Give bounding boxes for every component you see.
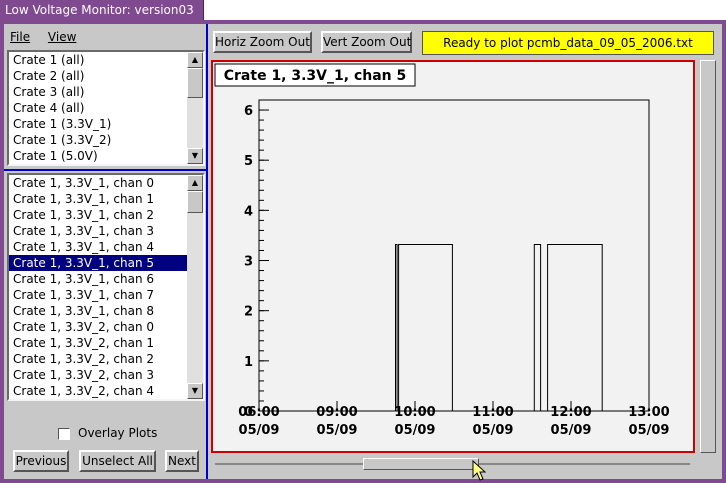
scroll-thumb[interactable] [187, 191, 203, 213]
list-item[interactable]: Crate 1, 3.3V_1, chan 1 [9, 191, 203, 207]
x-tick-time-label: 10:00 [394, 405, 435, 420]
list-item[interactable]: Crate 1, 3.3V_2, chan 4 [9, 383, 203, 399]
unselect-all-button[interactable]: Unselect All [79, 450, 156, 472]
crate-list[interactable]: Crate 1 (all) Crate 2 (all) Crate 3 (all) C… [7, 50, 205, 166]
y-tick-label: 2 [244, 305, 253, 320]
list-item[interactable]: Crate 1, 3.3V_2, chan 0 [9, 319, 203, 335]
x-tick-date-label: 05/09 [239, 423, 280, 438]
list-item[interactable]: Crate 1, 3.3V_2, chan 3 [9, 367, 203, 383]
scroll-down-arrow-icon[interactable]: ▼ [187, 383, 203, 399]
mouse-cursor-icon [472, 460, 486, 481]
scroll-thumb[interactable] [187, 68, 203, 98]
x-tick-time-label: 06:00 [238, 405, 279, 420]
x-tick-time-label: 12:00 [550, 405, 591, 420]
horizontal-scroll-thumb[interactable] [363, 458, 479, 470]
y-tick-label: 1 [244, 355, 253, 370]
list-item[interactable]: Crate 1, 3.3V_1, chan 5 [9, 255, 203, 271]
channel-list-items: Crate 1, 3.3V_1, chan 0 Crate 1, 3.3V_1, … [9, 175, 203, 399]
panel-divider-horizontal [4, 169, 206, 171]
menu-file[interactable]: File [10, 30, 30, 44]
list-item[interactable]: Crate 1, 3.3V_1, chan 6 [9, 271, 203, 287]
x-tick-date-label: 05/09 [629, 423, 670, 438]
vertical-scroll-thumb[interactable] [700, 60, 716, 453]
list-item[interactable]: Crate 3 (all) [9, 84, 203, 100]
plot-canvas[interactable]: 0 1 2 3 4 5 6 06:00 05/09 09:00 05/09 10:00 05/09 11:… [211, 60, 695, 453]
overlay-plots-checkbox[interactable] [58, 427, 70, 440]
x-tick-date-label: 05/09 [395, 423, 436, 438]
list-item[interactable]: Crate 1 (5.0V) [9, 148, 203, 164]
list-item[interactable]: Crate 1 (3.3V_1) [9, 116, 203, 132]
y-tick-label: 5 [244, 154, 253, 169]
y-tick-label: 6 [244, 104, 253, 119]
x-tick-date-label: 05/09 [551, 423, 592, 438]
panel-divider-vertical [206, 24, 208, 479]
list-item[interactable]: Crate 1, 3.3V_1, chan 7 [9, 287, 203, 303]
overlay-plots-toggle[interactable]: Overlay Plots [58, 425, 157, 441]
canvas-horizontal-scrollbar[interactable] [215, 458, 690, 470]
scroll-up-arrow-icon[interactable]: ▲ [187, 52, 203, 68]
status-message: Ready to plot pcmb_data_09_05_2006.txt [422, 31, 714, 55]
list-item[interactable]: Crate 1, 3.3V_1, chan 8 [9, 303, 203, 319]
plot-frame [258, 99, 650, 412]
previous-button[interactable]: Previous [13, 450, 69, 472]
x-tick-time-label: 13:00 [628, 405, 669, 420]
y-tick-label: 4 [244, 204, 253, 219]
channel-list-scrollbar[interactable]: ▲ ▼ [187, 175, 203, 399]
chart-title: Crate 1, 3.3V_1, chan 5 [224, 68, 407, 84]
list-item[interactable]: Crate 2 (all) [9, 68, 203, 84]
window-title: Low Voltage Monitor: version03 [0, 0, 204, 20]
list-item[interactable]: Crate 1, 3.3V_2, chan 1 [9, 335, 203, 351]
horiz-zoom-out-button[interactable]: Horiz Zoom Out [213, 31, 312, 53]
list-item[interactable]: Crate 1, 3.3V_1, chan 2 [9, 207, 203, 223]
crate-list-scrollbar[interactable]: ▲ ▼ [187, 52, 203, 164]
overlay-plots-label: Overlay Plots [78, 426, 158, 440]
menu-view[interactable]: View [48, 30, 76, 44]
crate-list-items: Crate 1 (all) Crate 2 (all) Crate 3 (all) C… [9, 52, 203, 164]
next-button[interactable]: Next [165, 450, 199, 472]
chart-svg: 012345606:0005/0909:0005/0910:0005/0911:… [214, 63, 670, 438]
x-tick-time-label: 11:00 [472, 405, 513, 420]
x-tick-date-label: 05/09 [317, 423, 358, 438]
list-item[interactable]: Crate 1, 3.3V_1, chan 3 [9, 223, 203, 239]
x-tick-date-label: 05/09 [473, 423, 514, 438]
list-item[interactable]: Crate 1, 3.3V_2, chan 2 [9, 351, 203, 367]
canvas-vertical-scrollbar[interactable] [700, 60, 716, 453]
menu-bar: File View [10, 30, 90, 46]
scroll-down-arrow-icon[interactable]: ▼ [187, 148, 203, 164]
y-tick-label: 3 [244, 255, 253, 270]
list-item[interactable]: Crate 1, 3.3V_1, chan 4 [9, 239, 203, 255]
x-tick-time-label: 09:00 [316, 405, 357, 420]
list-item[interactable]: Crate 1, 3.3V_1, chan 0 [9, 175, 203, 191]
scroll-up-arrow-icon[interactable]: ▲ [187, 175, 203, 191]
list-item[interactable]: Crate 4 (all) [9, 100, 203, 116]
vert-zoom-out-button[interactable]: Vert Zoom Out [321, 31, 412, 53]
list-item[interactable]: Crate 1 (all) [9, 52, 203, 68]
list-item[interactable]: Crate 1 (3.3V_2) [9, 132, 203, 148]
channel-list[interactable]: Crate 1, 3.3V_1, chan 0 Crate 1, 3.3V_1, … [7, 173, 205, 401]
